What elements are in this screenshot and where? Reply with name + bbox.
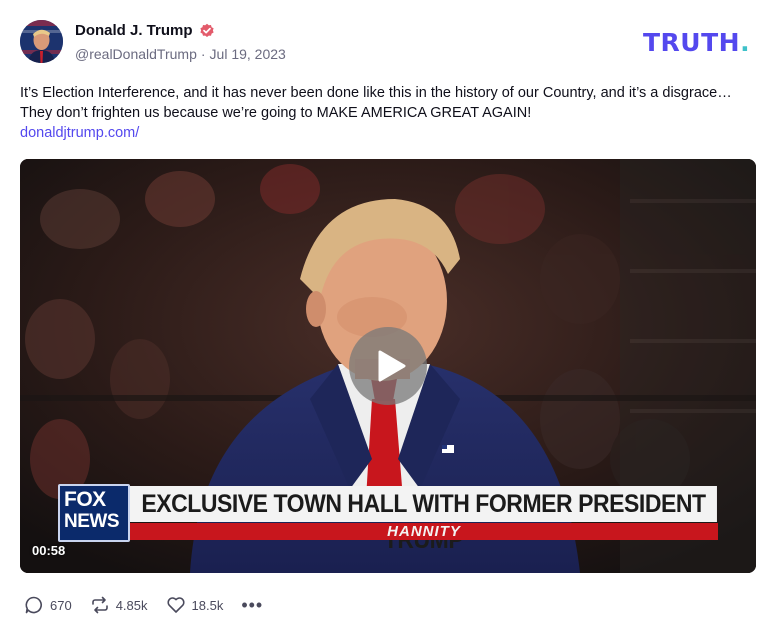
avatar[interactable] — [20, 20, 63, 63]
video-player[interactable]: FOX NEWS EXCLUSIVE TOWN HALL WITH FORMER… — [20, 159, 756, 573]
fox-news-logo: FOX NEWS — [58, 484, 130, 542]
more-options-button[interactable]: ••• — [241, 595, 263, 616]
meta-separator: · — [200, 46, 206, 62]
truth-logo[interactable]: TRUTH. — [643, 28, 750, 57]
video-duration: 00:58 — [32, 543, 66, 558]
chyron-headline: EXCLUSIVE TOWN HALL WITH FORMER PRESIDEN… — [130, 486, 717, 554]
fox-logo-line2: NEWS — [64, 511, 120, 532]
retruth-count: 4.85k — [115, 597, 148, 613]
reply-button[interactable]: 670 — [24, 595, 72, 615]
truth-post: Donald J. Trump @realDonaldTrump · Jul 1… — [0, 0, 777, 635]
reply-icon — [25, 596, 42, 614]
author-name-row: Donald J. Trump — [75, 22, 215, 39]
post-actions: 670 4.85k 18.5k ••• — [24, 594, 263, 616]
like-button[interactable]: 18.5k — [166, 595, 224, 615]
author-display-name[interactable]: Donald J. Trump — [75, 22, 193, 39]
retruth-button[interactable]: 4.85k — [90, 595, 148, 615]
like-count: 18.5k — [191, 597, 224, 613]
heart-icon — [166, 597, 185, 613]
post-link[interactable]: donaldjtrump.com/ — [20, 123, 139, 143]
brand-dot: . — [740, 28, 751, 57]
retruth-icon — [91, 596, 108, 614]
post-text: It’s Election Interference, and it has n… — [20, 85, 732, 121]
post-date[interactable]: Jul 19, 2023 — [210, 46, 286, 62]
brand-name: TRUTH — [643, 28, 741, 57]
news-chyron: EXCLUSIVE TOWN HALL WITH FORMER PRESIDEN… — [130, 486, 718, 554]
author-meta: @realDonaldTrump · Jul 19, 2023 — [75, 46, 286, 62]
chyron-subtitle: HANNITY — [130, 523, 718, 540]
fox-logo-line1: FOX — [64, 488, 106, 511]
play-button[interactable] — [349, 327, 427, 405]
avatar-image — [20, 20, 63, 63]
verified-badge-icon — [199, 23, 215, 39]
author-handle[interactable]: @realDonaldTrump — [75, 46, 197, 62]
play-icon — [378, 350, 406, 382]
more-options-icon: ••• — [241, 594, 264, 615]
reply-count: 670 — [50, 597, 72, 613]
